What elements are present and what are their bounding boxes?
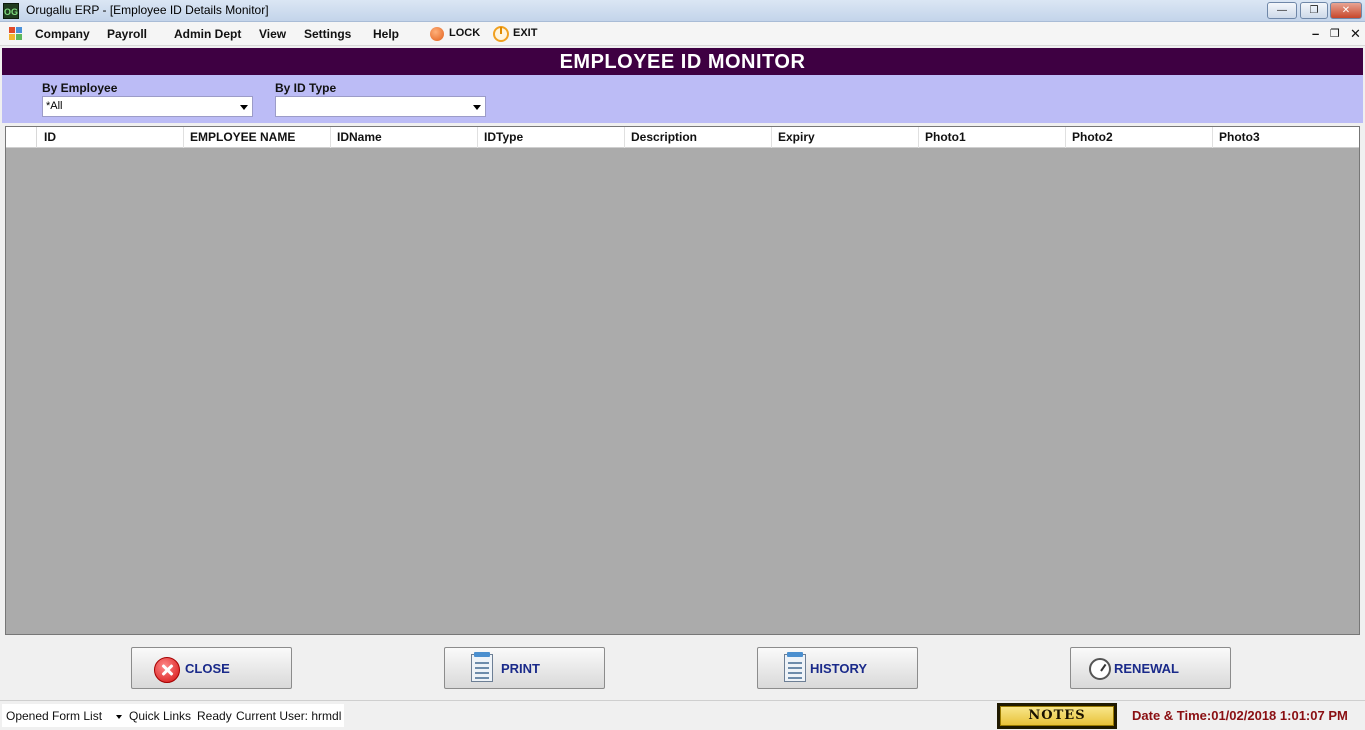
menu-view[interactable]: View: [259, 27, 286, 41]
opened-form-list[interactable]: Opened Form List: [6, 709, 102, 723]
column-header-description[interactable]: Description: [625, 127, 772, 148]
column-header-idname[interactable]: IDName: [331, 127, 478, 148]
close-button-label: CLOSE: [185, 661, 230, 676]
chevron-down-icon[interactable]: [116, 715, 122, 719]
print-button[interactable]: PRINT: [444, 647, 605, 689]
maximize-button[interactable]: ❐: [1300, 2, 1328, 19]
menu-company[interactable]: Company: [35, 27, 90, 41]
close-icon: [154, 657, 180, 683]
app-logo-icon: OG: [3, 3, 19, 19]
dropdown-arrow-icon: [473, 105, 481, 110]
timer-icon: [1089, 658, 1111, 680]
mdi-minimize-button[interactable]: –: [1312, 26, 1319, 41]
column-header-photo2[interactable]: Photo2: [1066, 127, 1213, 148]
column-header-photo3[interactable]: Photo3: [1213, 127, 1359, 148]
current-user: Current User: hrmdl: [236, 709, 342, 723]
employee-id-grid[interactable]: ID EMPLOYEE NAME IDName IDType Descripti…: [5, 126, 1360, 635]
header-band: EMPLOYEE ID MONITOR: [2, 48, 1363, 75]
title-bar: OG Orugallu ERP - [Employee ID Details M…: [0, 0, 1365, 22]
renewal-button-label: RENEWAL: [1114, 661, 1179, 676]
history-button[interactable]: HISTORY: [757, 647, 918, 689]
mdi-restore-button[interactable]: ❐: [1330, 27, 1340, 40]
window-title: Orugallu ERP - [Employee ID Details Moni…: [26, 3, 269, 17]
minimize-button[interactable]: —: [1267, 2, 1297, 19]
power-icon[interactable]: [493, 26, 509, 42]
column-header-photo1[interactable]: Photo1: [919, 127, 1066, 148]
column-header-idtype[interactable]: IDType: [478, 127, 625, 148]
by-employee-value: *All: [46, 100, 63, 112]
by-id-type-select[interactable]: [275, 96, 486, 117]
notes-label: NOTES: [1000, 706, 1114, 726]
app-menu-icon[interactable]: [9, 27, 23, 41]
close-window-button[interactable]: ✕: [1330, 2, 1362, 19]
notes-button[interactable]: NOTES: [997, 703, 1117, 729]
by-employee-select[interactable]: *All: [42, 96, 253, 117]
lock-icon[interactable]: [430, 27, 444, 41]
column-header-id[interactable]: ID: [38, 127, 184, 148]
menu-exit[interactable]: EXIT: [513, 27, 537, 39]
page-title: EMPLOYEE ID MONITOR: [559, 51, 806, 73]
menu-settings[interactable]: Settings: [304, 27, 351, 41]
menu-bar: Company Payroll Admin Dept View Settings…: [0, 22, 1365, 46]
filter-panel: By Employee *All By ID Type: [2, 75, 1363, 123]
grid-header: ID EMPLOYEE NAME IDName IDType Descripti…: [6, 127, 1359, 148]
print-document-icon: [471, 652, 493, 682]
menu-help[interactable]: Help: [373, 27, 399, 41]
history-document-icon: [784, 652, 806, 682]
print-button-label: PRINT: [501, 661, 540, 676]
dropdown-arrow-icon: [240, 105, 248, 110]
status-ready: Ready: [197, 709, 232, 723]
quick-links[interactable]: Quick Links: [129, 709, 191, 723]
mdi-close-button[interactable]: ✕: [1350, 26, 1361, 42]
history-button-label: HISTORY: [810, 661, 868, 676]
row-header-corner[interactable]: [6, 127, 37, 148]
datetime-display: Date & Time:01/02/2018 1:01:07 PM: [1132, 708, 1348, 723]
column-header-expiry[interactable]: Expiry: [772, 127, 919, 148]
status-bar: Opened Form List Quick Links Ready Curre…: [0, 700, 1365, 730]
by-employee-label: By Employee: [42, 81, 118, 95]
renewal-button[interactable]: RENEWAL: [1070, 647, 1231, 689]
column-header-employee-name[interactable]: EMPLOYEE NAME: [184, 127, 331, 148]
menu-admin-dept[interactable]: Admin Dept: [174, 27, 241, 41]
close-button[interactable]: CLOSE: [131, 647, 292, 689]
menu-payroll[interactable]: Payroll: [107, 27, 147, 41]
menu-lock[interactable]: LOCK: [449, 27, 480, 39]
by-id-type-label: By ID Type: [275, 81, 337, 95]
